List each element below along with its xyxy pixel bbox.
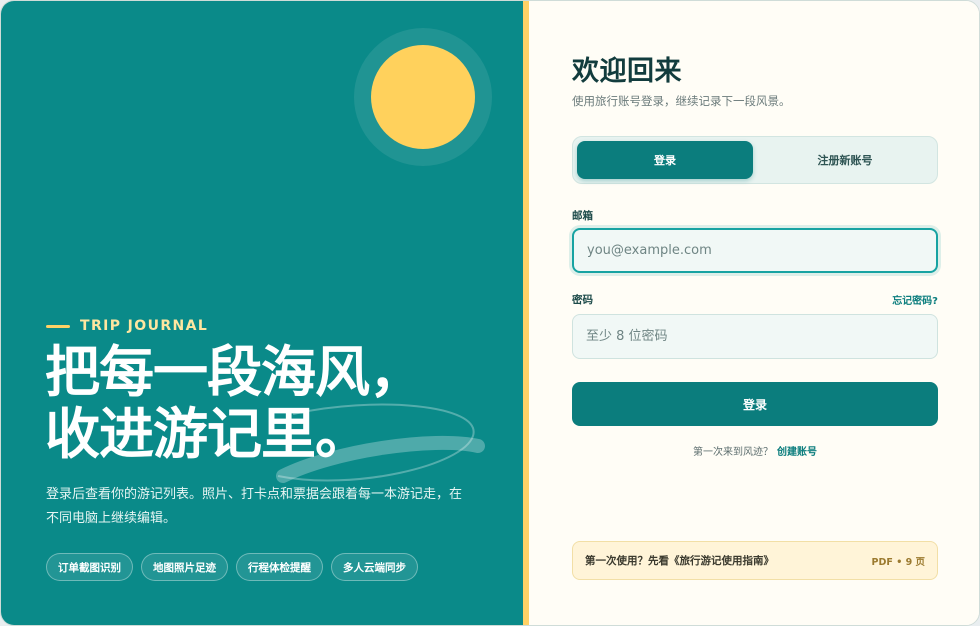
feature-chip: 地图照片足迹 xyxy=(141,553,228,581)
forgot-password-link[interactable]: 忘记密码? xyxy=(892,292,938,307)
email-field[interactable] xyxy=(572,228,938,273)
guide-text: 第一次使用？先看《旅行游记使用指南》 xyxy=(585,555,774,567)
feature-chip: 多人云端同步 xyxy=(331,553,418,581)
headline-line-1: 把每一段海风， xyxy=(45,340,424,404)
login-window: TRIP JOURNAL 把每一段海风， 收进游记里。 登录后查看你的游记列表。… xyxy=(0,0,980,626)
login-panel: 欢迎回来 使用旅行账号登录，继续记录下一段风景。 登录 注册新账号 邮箱 密码 … xyxy=(529,1,979,625)
guide-meta: PDF • 9 页 xyxy=(871,556,925,568)
brand-eyebrow: TRIP JOURNAL xyxy=(46,317,208,335)
hero-panel: TRIP JOURNAL 把每一段海风， 收进游记里。 登录后查看你的游记列表。… xyxy=(1,1,523,625)
hero-description: 登录后查看你的游记列表。照片、打卡点和票据会跟着每一本游记走，在不同电脑上继续编… xyxy=(46,487,463,526)
tab-register[interactable]: 注册新账号 xyxy=(757,141,933,179)
headline-line-2: 收进游记里。 xyxy=(45,402,370,466)
hero-headline: 把每一段海风， 收进游记里。 xyxy=(45,341,485,465)
eyebrow-text: TRIP JOURNAL xyxy=(80,318,209,334)
signup-prompt: 第一次来到风迹？ 创建账号 xyxy=(572,443,938,458)
signup-prompt-text: 第一次来到风迹？ xyxy=(693,447,773,458)
password-field[interactable] xyxy=(572,314,938,359)
email-label: 邮箱 xyxy=(572,210,593,222)
feature-chip: 行程体检提醒 xyxy=(236,553,323,581)
user-guide-banner[interactable]: 第一次使用？先看《旅行游记使用指南》 PDF • 9 页 xyxy=(572,541,938,580)
password-label: 密码 xyxy=(572,294,593,306)
create-account-link[interactable]: 创建账号 xyxy=(777,447,817,458)
login-button[interactable]: 登录 xyxy=(572,382,938,426)
auth-tabs: 登录 注册新账号 xyxy=(572,136,938,184)
page-subtitle: 使用旅行账号登录，继续记录下一段风景。 xyxy=(572,94,791,108)
tab-login[interactable]: 登录 xyxy=(577,141,753,179)
feature-chip: 订单截图识别 xyxy=(46,553,133,581)
eyebrow-dash xyxy=(46,324,70,328)
page-title: 欢迎回来 xyxy=(572,56,682,87)
sun-icon xyxy=(371,45,475,149)
feature-chips: 订单截图识别 地图照片足迹 行程体检提醒 多人云端同步 xyxy=(46,553,418,581)
